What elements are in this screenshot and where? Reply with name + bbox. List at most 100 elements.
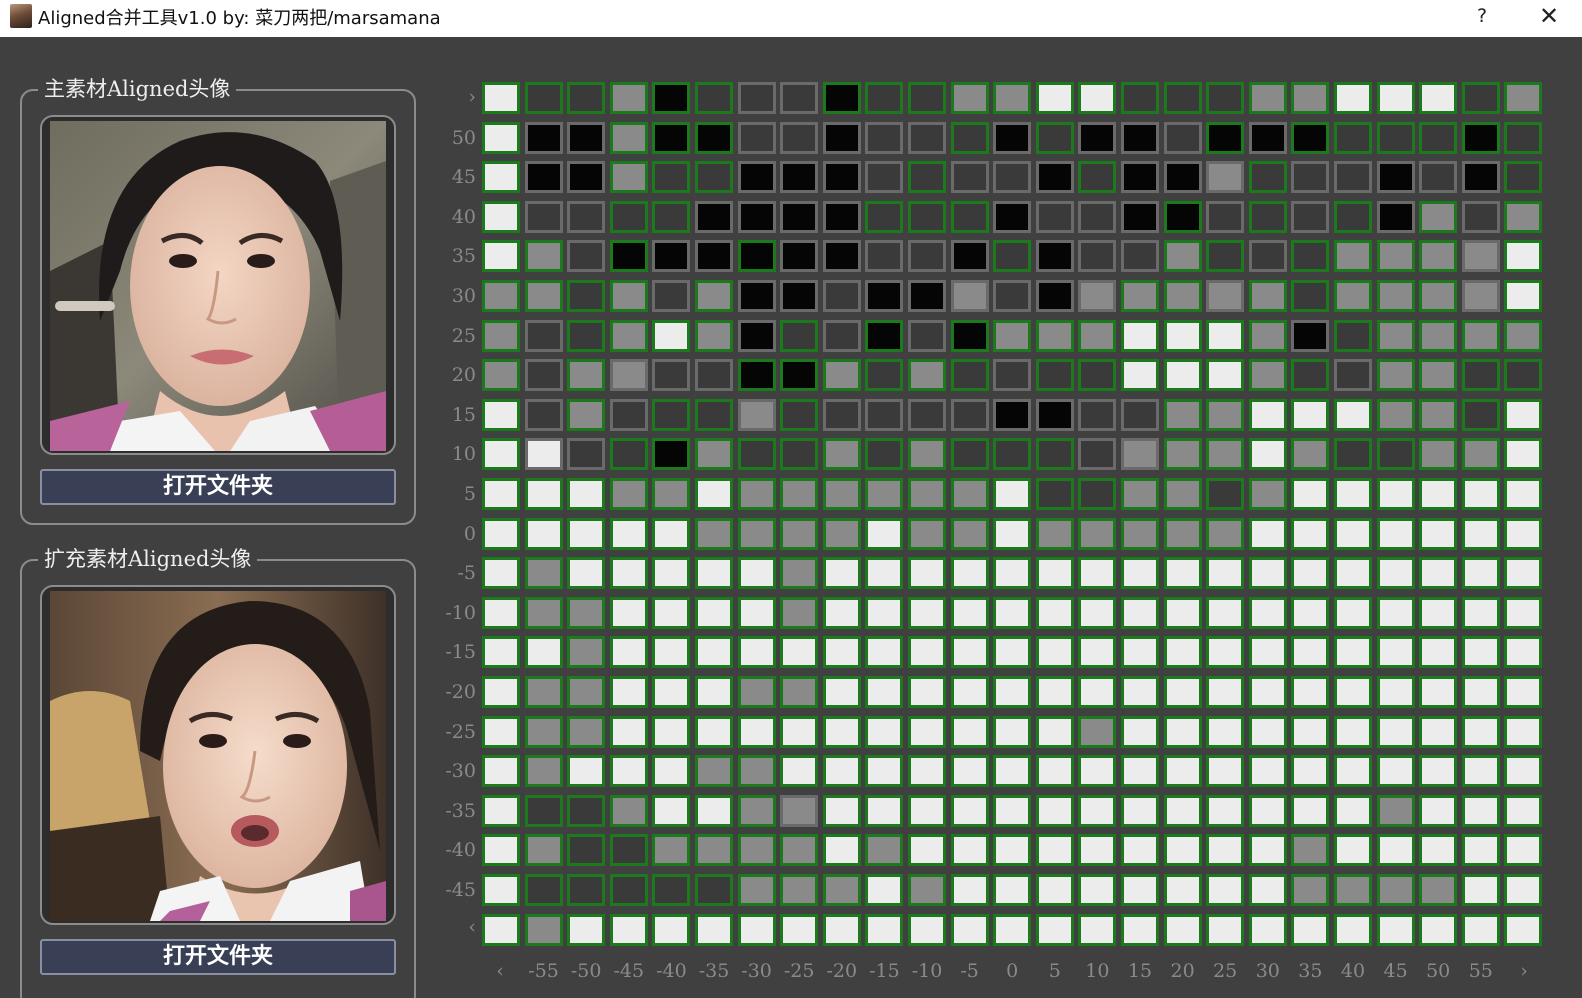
angle-cell[interactable] (609, 478, 648, 510)
angle-cell[interactable] (780, 636, 819, 669)
angle-cell[interactable] (950, 319, 989, 352)
angle-cell[interactable] (652, 596, 691, 629)
angle-cell[interactable] (865, 200, 904, 233)
angle-cell[interactable] (1206, 913, 1245, 946)
angle-cell[interactable] (524, 874, 563, 906)
close-button[interactable]: ✕ (1534, 2, 1564, 30)
angle-cell[interactable] (908, 398, 946, 431)
angle-cell[interactable] (609, 200, 648, 233)
angle-cell[interactable] (1206, 794, 1245, 827)
angle-cell[interactable] (865, 478, 904, 510)
angle-cell[interactable] (1334, 438, 1372, 471)
angle-cell[interactable] (1334, 478, 1372, 510)
angle-cell[interactable] (1121, 82, 1159, 114)
angle-cell[interactable] (1504, 200, 1543, 233)
angle-cell[interactable] (1163, 794, 1202, 827)
angle-cell[interactable] (950, 398, 989, 431)
angle-cell[interactable] (1504, 874, 1543, 906)
angle-cell[interactable] (524, 438, 563, 471)
angle-cell[interactable] (1419, 755, 1458, 788)
angle-cell[interactable] (652, 438, 691, 471)
angle-cell[interactable] (1035, 240, 1074, 273)
angle-cell[interactable] (567, 557, 606, 590)
angle-cell[interactable] (737, 438, 776, 471)
angle-cell[interactable] (1121, 596, 1159, 629)
angle-cell[interactable] (1078, 517, 1117, 550)
angle-cell[interactable] (1419, 280, 1458, 312)
angle-cell[interactable] (865, 715, 904, 748)
angle-cell[interactable] (567, 161, 606, 194)
angle-cell[interactable] (1504, 557, 1543, 590)
open-main-folder-button[interactable]: 打开文件夹 (40, 469, 396, 505)
angle-cell[interactable] (780, 161, 819, 194)
angle-cell[interactable] (482, 438, 520, 471)
angle-cell[interactable] (1376, 319, 1415, 352)
angle-cell[interactable] (1078, 913, 1117, 946)
angle-cell[interactable] (1206, 676, 1245, 708)
angle-cell[interactable] (1248, 715, 1287, 748)
angle-cell[interactable] (1121, 834, 1159, 867)
angle-cell[interactable] (737, 319, 776, 352)
angle-cell[interactable] (1035, 319, 1074, 352)
angle-cell[interactable] (950, 874, 989, 906)
angle-cell[interactable] (993, 913, 1032, 946)
angle-cell[interactable] (609, 834, 648, 867)
angle-cell[interactable] (865, 874, 904, 906)
angle-cell[interactable] (1121, 121, 1159, 154)
angle-cell[interactable] (609, 398, 648, 431)
angle-cell[interactable] (695, 200, 733, 233)
angle-cell[interactable] (652, 755, 691, 788)
angle-cell[interactable] (1504, 913, 1543, 946)
angle-cell[interactable] (993, 834, 1032, 867)
angle-cell[interactable] (908, 715, 946, 748)
angle-cell[interactable] (1334, 834, 1372, 867)
angle-cell[interactable] (1419, 676, 1458, 708)
angle-cell[interactable] (1376, 359, 1415, 392)
angle-cell[interactable] (1078, 794, 1117, 827)
angle-cell[interactable] (695, 676, 733, 708)
angle-cell[interactable] (695, 715, 733, 748)
angle-cell[interactable] (1206, 478, 1245, 510)
angle-cell[interactable] (609, 557, 648, 590)
angle-cell[interactable] (1206, 319, 1245, 352)
angle-cell[interactable] (567, 82, 606, 114)
angle-cell[interactable] (822, 398, 861, 431)
angle-cell[interactable] (1248, 596, 1287, 629)
angle-cell[interactable] (567, 280, 606, 312)
angle-cell[interactable] (652, 161, 691, 194)
angle-cell[interactable] (1419, 478, 1458, 510)
angle-cell[interactable] (737, 596, 776, 629)
angle-cell[interactable] (1163, 596, 1202, 629)
angle-cell[interactable] (1504, 161, 1543, 194)
angle-cell[interactable] (822, 200, 861, 233)
angle-cell[interactable] (865, 596, 904, 629)
angle-cell[interactable] (908, 82, 946, 114)
angle-cell[interactable] (1121, 913, 1159, 946)
angle-cell[interactable] (1419, 557, 1458, 590)
angle-cell[interactable] (567, 913, 606, 946)
angle-cell[interactable] (1291, 676, 1330, 708)
angle-cell[interactable] (822, 240, 861, 273)
angle-cell[interactable] (865, 121, 904, 154)
angle-cell[interactable] (1163, 636, 1202, 669)
angle-cell[interactable] (780, 280, 819, 312)
angle-cell[interactable] (908, 200, 946, 233)
angle-cell[interactable] (737, 240, 776, 273)
angle-cell[interactable] (1035, 834, 1074, 867)
angle-cell[interactable] (780, 438, 819, 471)
angle-cell[interactable] (993, 636, 1032, 669)
angle-cell[interactable] (1419, 794, 1458, 827)
angle-cell[interactable] (908, 557, 946, 590)
angle-cell[interactable] (1334, 359, 1372, 392)
grid-scroll-up-arrow[interactable]: › (436, 86, 476, 108)
angle-cell[interactable] (1376, 755, 1415, 788)
angle-cell[interactable] (1078, 715, 1117, 748)
angle-cell[interactable] (993, 121, 1032, 154)
angle-cell[interactable] (609, 913, 648, 946)
angle-cell[interactable] (1419, 359, 1458, 392)
open-extended-folder-button[interactable]: 打开文件夹 (40, 939, 396, 975)
angle-cell[interactable] (1035, 280, 1074, 312)
angle-cell[interactable] (1504, 478, 1543, 510)
angle-cell[interactable] (1163, 557, 1202, 590)
angle-cell[interactable] (908, 517, 946, 550)
